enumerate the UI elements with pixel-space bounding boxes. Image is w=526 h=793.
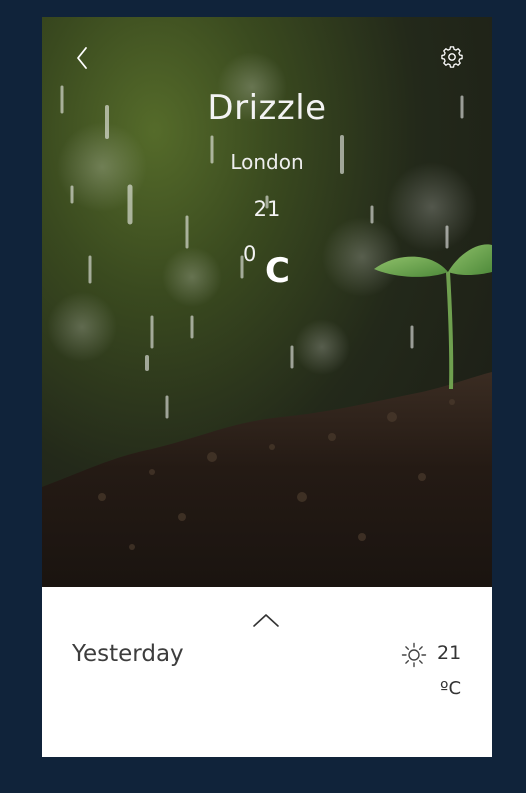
settings-button[interactable] xyxy=(439,44,465,70)
chevron-left-icon xyxy=(77,47,87,69)
expand-forecast-button[interactable] xyxy=(252,611,280,631)
forecast-panel: Yesterday 21 ºC xyxy=(42,587,492,757)
gear-icon xyxy=(441,46,463,68)
city-name: London xyxy=(230,150,304,174)
forecast-unit: ºC xyxy=(440,678,462,699)
weather-hero: Drizzle London 21 0 C xyxy=(42,17,492,587)
weather-card: Drizzle London 21 0 C Yesterday 21 ºC xyxy=(42,17,492,757)
weather-condition: Drizzle xyxy=(207,88,327,128)
current-temperature: 21 xyxy=(253,197,281,221)
sun-icon xyxy=(401,642,427,668)
forecast-temperature: 21 xyxy=(437,642,462,664)
forecast-day-label: Yesterday xyxy=(72,641,184,667)
back-button[interactable] xyxy=(69,45,95,71)
temperature-unit: C xyxy=(265,251,290,291)
chevron-up-icon xyxy=(253,614,279,627)
degree-mark: 0 xyxy=(243,242,257,266)
